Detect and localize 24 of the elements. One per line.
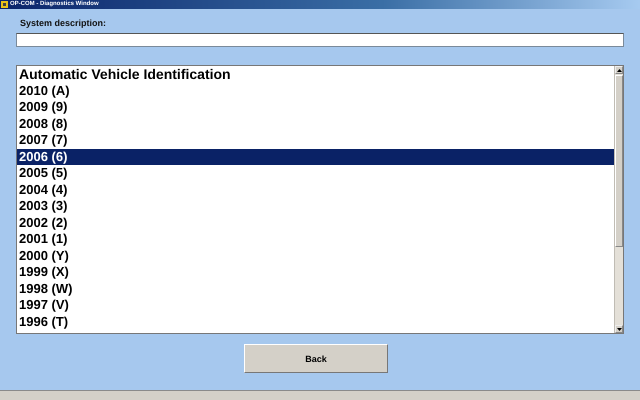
list-item[interactable]: 2008 (8) <box>17 116 614 132</box>
list-item[interactable]: 2006 (6) <box>17 148 614 165</box>
scrollbar[interactable] <box>614 66 623 333</box>
list-item[interactable]: 2010 (A) <box>17 82 614 99</box>
list-item[interactable]: 2003 (3) <box>17 198 614 214</box>
list-item[interactable]: 2001 (1) <box>17 231 614 248</box>
list-item[interactable]: 2002 (2) <box>17 214 614 231</box>
list-item[interactable]: 2005 (5) <box>17 165 614 182</box>
system-description-field[interactable] <box>16 33 624 47</box>
list-item[interactable]: 1999 (X) <box>17 264 614 280</box>
list-heading[interactable]: Automatic Vehicle Identification <box>17 66 614 82</box>
list-item[interactable]: 1996 (T) <box>17 314 614 330</box>
app-icon <box>1 1 8 8</box>
scroll-down-arrow-icon[interactable] <box>615 325 623 333</box>
scroll-thumb[interactable] <box>615 75 623 247</box>
list-item[interactable]: 2004 (4) <box>17 182 614 198</box>
list-item[interactable]: 2009 (9) <box>17 99 614 116</box>
scroll-up-arrow-icon[interactable] <box>615 66 623 74</box>
field-label: System description: <box>19 18 108 30</box>
back-button[interactable]: Back <box>244 344 388 373</box>
list-item[interactable]: 2007 (7) <box>17 132 614 148</box>
list-item[interactable]: 1997 (V) <box>17 297 614 314</box>
list-item[interactable]: 1998 (W) <box>17 280 614 297</box>
list-item[interactable]: 2000 (Y) <box>17 248 614 264</box>
